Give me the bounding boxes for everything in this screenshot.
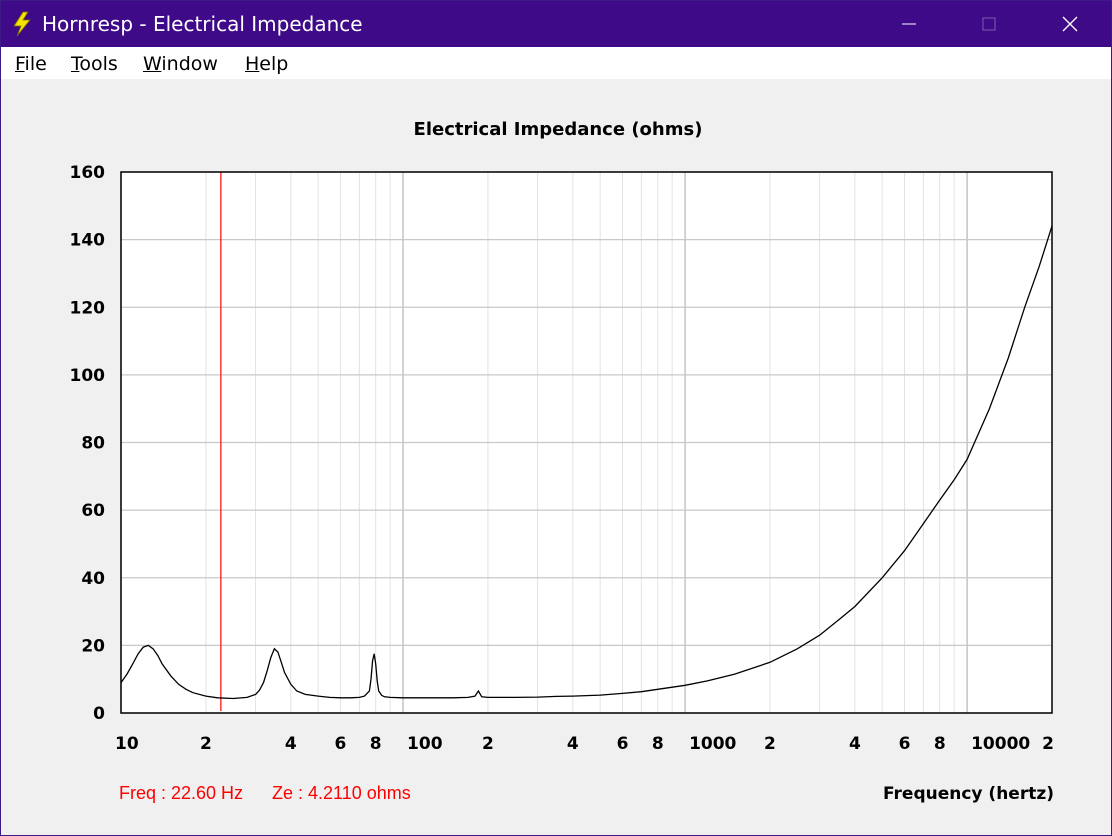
minimize-button[interactable] — [869, 1, 949, 47]
grid-lines — [120, 171, 1053, 714]
y-tick-label: 120 — [70, 298, 106, 318]
x-tick-label: 100 — [407, 734, 443, 754]
y-tick-label: 160 — [70, 163, 106, 183]
x-tick-label: 2 — [1042, 734, 1054, 754]
x-tick-label: 6 — [617, 734, 629, 754]
impedance-readout: Ze : 4.2110 ohms — [272, 783, 411, 803]
x-tick-label: 10000 — [971, 734, 1030, 754]
minimize-icon — [902, 23, 916, 25]
y-tick-label: 80 — [81, 434, 105, 454]
chart-area[interactable]: Electrical Impedance (ohms) 0 20 40 60 80 100… — [1, 79, 1111, 835]
menu-window[interactable]: Window — [143, 53, 218, 75]
x-tick-label: 2 — [482, 734, 494, 754]
y-tick-labels: 0 20 40 60 80 100 120 140 160 — [70, 163, 106, 724]
x-tick-label: 2 — [764, 734, 776, 754]
frequency-readout: Freq : 22.60 Hz — [119, 783, 243, 803]
y-tick-label: 100 — [70, 366, 106, 386]
x-tick-label: 10 — [115, 734, 139, 754]
impedance-chart[interactable]: Electrical Impedance (ohms) 020406080100… — [1, 79, 1111, 835]
menu-bar: File Tools Window Help — [1, 47, 1111, 79]
x-tick-label: 8 — [652, 734, 664, 754]
close-button[interactable] — [1030, 1, 1110, 47]
y-tick-label: 40 — [81, 569, 105, 589]
y-tick-label: 140 — [70, 231, 106, 251]
x-tick-label: 2 — [200, 734, 212, 754]
close-icon — [1062, 16, 1078, 32]
x-tick-labels: 10 2 4 6 8 100 2 4 6 8 1000 2 4 6 8 10000 2 — [115, 734, 1054, 754]
x-tick-label: 4 — [849, 734, 861, 754]
x-tick-label: 8 — [934, 734, 946, 754]
x-tick-label: 1000 — [689, 734, 736, 754]
y-tick-label: 0 — [93, 704, 105, 724]
lightning-bolt-icon — [13, 11, 31, 37]
maximize-button[interactable] — [949, 1, 1029, 47]
chart-title: Electrical Impedance (ohms) — [414, 119, 703, 140]
menu-tools[interactable]: Tools — [71, 53, 118, 75]
y-tick-label: 20 — [81, 636, 105, 656]
menu-help[interactable]: Help — [245, 53, 288, 75]
menu-file[interactable]: File — [15, 53, 47, 75]
app-window: Hornresp - Electrical Impedance File Too… — [0, 0, 1112, 836]
x-tick-label: 4 — [567, 734, 579, 754]
title-bar[interactable]: Hornresp - Electrical Impedance — [1, 1, 1111, 47]
maximize-icon — [982, 17, 996, 31]
y-tick-label: 60 — [81, 501, 105, 521]
x-tick-label: 4 — [285, 734, 297, 754]
x-tick-label: 6 — [899, 734, 911, 754]
x-tick-label: 6 — [335, 734, 347, 754]
window-title: Hornresp - Electrical Impedance — [42, 12, 363, 36]
x-axis-label: Frequency (hertz) — [883, 784, 1054, 804]
x-tick-label: 8 — [370, 734, 382, 754]
